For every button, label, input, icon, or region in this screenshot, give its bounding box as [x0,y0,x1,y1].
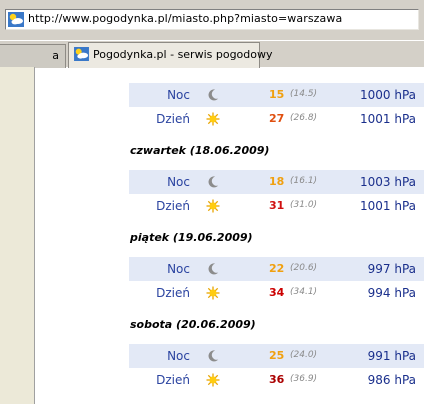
tab-previous-label: a [52,49,59,62]
temperature: 31 [269,199,285,212]
temperature: 27 [269,112,285,125]
tab-previous[interactable]: a [0,44,66,68]
pressure: 991 hPa [367,349,416,363]
pressure: 1000 hPa [359,88,416,102]
temperature: 18 [269,175,285,188]
sun-icon [206,373,220,387]
temperature: 22 [269,262,285,275]
forecast-row-day: Dzień 31 (31.0) 1001 hPa [129,194,424,218]
temperature: 15 [269,88,285,101]
period-label: Dzień [156,112,190,126]
period-label: Noc [167,175,190,189]
forecast-row-night: Noc 22 (20.6) 997 hPa [129,257,424,281]
address-url[interactable]: http://www.pogodynka.pl/miasto.php?miast… [28,12,342,25]
temperature: 25 [269,349,285,362]
day-header: czwartek (18.06.2009) [130,144,270,157]
pressure: 997 hPa [367,262,416,276]
period-label: Noc [167,262,190,276]
moon-icon [208,350,219,362]
period-label: Noc [167,349,190,363]
day-header: sobota (20.06.2009) [130,318,256,331]
sun-icon [206,112,220,126]
left-frame [0,67,35,404]
address-field[interactable]: http://www.pogodynka.pl/miasto.php?miast… [5,9,419,30]
feels-like: (31.0) [290,200,318,210]
feels-like: (20.6) [290,263,318,273]
period-label: Dzień [156,286,190,300]
forecast-content: Noc 15 (14.5) 1000 hPa Dzień 27 (26.8) 1… [36,67,424,404]
period-label: Dzień [156,373,190,387]
pressure: 1003 hPa [359,175,416,189]
tab-bar: a Pogodynka.pl - serwis pogodowy [0,40,424,68]
period-label: Dzień [156,199,190,213]
forecast-row-day: Dzień 36 (36.9) 986 hPa [129,368,424,392]
site-favicon-icon [74,47,89,61]
forecast-row-night: Noc 25 (24.0) 991 hPa [129,344,424,368]
forecast-row-day: Dzień 34 (34.1) 994 hPa [129,281,424,305]
address-bar-area: http://www.pogodynka.pl/miasto.php?miast… [0,0,424,40]
feels-like: (16.1) [290,176,318,186]
feels-like: (24.0) [290,350,318,360]
moon-icon [208,176,219,188]
sun-icon [206,199,220,213]
feels-like: (34.1) [290,287,318,297]
period-label: Noc [167,88,190,102]
pressure: 994 hPa [367,286,416,300]
feels-like: (14.5) [290,89,318,99]
tab-pogodynka[interactable]: Pogodynka.pl - serwis pogodowy [68,42,273,68]
pressure: 1001 hPa [359,112,416,126]
tab-title: Pogodynka.pl - serwis pogodowy [93,48,273,61]
forecast-row-day: Dzień 27 (26.8) 1001 hPa [129,107,424,131]
temperature: 36 [269,373,285,386]
temperature: 34 [269,286,285,299]
moon-icon [208,263,219,275]
pressure: 986 hPa [367,373,416,387]
feels-like: (36.9) [290,374,318,384]
sun-icon [206,286,220,300]
forecast-row-night: Noc 15 (14.5) 1000 hPa [129,83,424,107]
feels-like: (26.8) [290,113,318,123]
pressure: 1001 hPa [359,199,416,213]
forecast-row-night: Noc 18 (16.1) 1003 hPa [129,170,424,194]
site-favicon-icon [8,12,24,27]
day-header: piątek (19.06.2009) [130,231,253,244]
moon-icon [208,89,219,101]
